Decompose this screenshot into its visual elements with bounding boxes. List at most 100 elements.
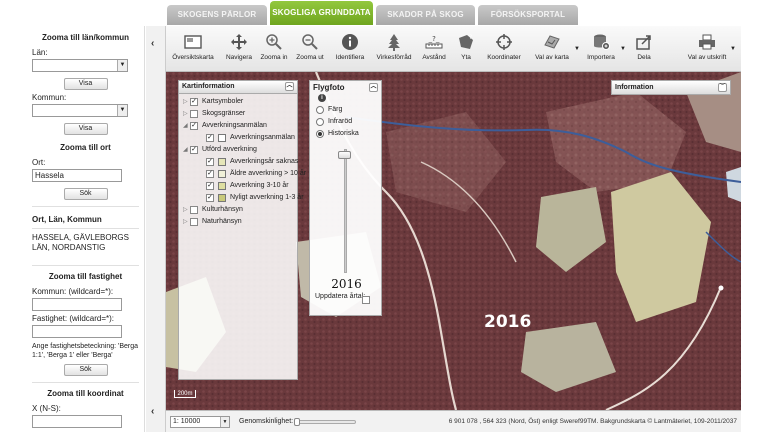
radio-infrared[interactable]: Infraröd <box>310 116 381 128</box>
layer-item[interactable]: ✓ Avverkning 3-10 år <box>179 180 297 192</box>
x-coord-input[interactable] <box>32 415 122 428</box>
navigate-button[interactable]: Navigera <box>222 26 256 72</box>
collapse-icon[interactable]: ︿ <box>369 83 378 92</box>
layer-checkbox[interactable] <box>190 206 198 214</box>
distance-button[interactable]: _?_ Avstånd <box>418 26 450 72</box>
divider <box>32 382 139 383</box>
area-button[interactable]: ? Yta <box>452 26 480 72</box>
expand-toggle-icon[interactable]: ▷ <box>183 216 188 228</box>
show-municipality-button[interactable]: Visa <box>63 123 108 135</box>
zoom-in-icon <box>266 34 282 50</box>
radio-historical[interactable]: Historiska <box>310 128 381 140</box>
opacity-slider-handle[interactable] <box>294 418 300 426</box>
place-input[interactable]: Hassela <box>32 169 122 182</box>
layer-checkbox[interactable]: ✓ <box>190 122 198 130</box>
tool-label: Zooma in <box>260 54 288 61</box>
year-slider-handle[interactable] <box>338 151 351 159</box>
layer-label: Avverkning 3-10 år <box>230 182 289 189</box>
layer-item[interactable]: ▷ ✓ Kartsymboler <box>179 96 297 108</box>
layer-checkbox[interactable]: ✓ <box>206 158 214 166</box>
coordinates-button[interactable]: Koordinater <box>484 26 524 72</box>
layer-item[interactable]: ✓ Avverkningsanmälan <box>179 132 297 144</box>
update-year-checkbox[interactable] <box>362 296 370 304</box>
tool-label: Identifiera <box>335 54 365 61</box>
radio-label: Historiska <box>328 130 359 137</box>
zoom-out-button[interactable]: Zooma ut <box>294 26 326 72</box>
result-place-link[interactable]: HASSELA, GÄVLEBORGS LÄN, NORDANSTIG <box>32 233 139 253</box>
layer-legend-swatch <box>218 194 226 202</box>
svg-text:?: ? <box>469 34 472 41</box>
dropdown-arrow-icon[interactable]: ▼ <box>620 46 626 52</box>
layer-item[interactable]: ▷ Kulturhänsyn <box>179 204 297 216</box>
tab-skador-pa-skog[interactable]: SKADOR PÅ SKOG <box>376 5 475 25</box>
dropdown-arrow-icon[interactable]: ▼ <box>574 46 580 52</box>
tab-skogliga-grunddata[interactable]: SKOGLIGA GRUNDDATA <box>270 1 373 25</box>
municipality-select[interactable]: ▼ <box>32 104 128 117</box>
county-select[interactable]: ▼ <box>32 59 128 72</box>
layer-label: Avverkningsår saknas <box>230 158 299 165</box>
expand-icon[interactable]: ﹀ <box>718 83 727 92</box>
layer-item[interactable]: ✓ Nyligt avverkning 1-3 år <box>179 192 304 204</box>
layer-item[interactable]: ▷ Skogsgränser <box>179 108 297 120</box>
zoom-coord-title: Zooma till koordinat <box>47 389 124 398</box>
property-municipality-input[interactable] <box>32 298 122 311</box>
map-select-button[interactable]: Val av karta ▼ <box>530 26 580 72</box>
share-button[interactable]: Dela <box>630 26 658 72</box>
layer-item[interactable]: ◢ ✓ Utförd avverkning <box>179 144 297 156</box>
layer-item[interactable]: ✓ Avverkningsår saknas <box>179 156 299 168</box>
expand-toggle-icon[interactable]: ◢ <box>183 120 188 132</box>
expand-toggle-icon[interactable]: ◢ <box>183 144 188 156</box>
aerial-photo-header: Flygfoto ︿ <box>310 81 381 94</box>
layer-checkbox[interactable]: ✓ <box>190 146 198 154</box>
radio-button[interactable] <box>316 118 324 126</box>
expand-toggle-icon[interactable]: ▷ <box>183 204 188 216</box>
x-coord-label: X (N-S): <box>32 404 61 413</box>
chevron-left-icon[interactable]: ‹ <box>151 38 154 49</box>
identify-button[interactable]: Identifiera <box>332 26 368 72</box>
radio-button[interactable] <box>316 106 324 114</box>
opacity-slider[interactable] <box>294 418 356 426</box>
expand-toggle-icon[interactable]: ▷ <box>183 96 188 108</box>
sidebar-collapse-strip[interactable]: ‹ ‹ <box>146 26 166 432</box>
search-property-button[interactable]: Sök <box>63 364 108 376</box>
year-slider-track[interactable] <box>344 149 347 273</box>
layer-label: Avverkningsanmälan <box>202 122 267 129</box>
info-icon[interactable]: i <box>318 94 326 102</box>
chevron-down-icon: ▼ <box>117 105 127 116</box>
layer-item[interactable]: ▷ Naturhänsyn <box>179 216 297 228</box>
tab-forsoksportal[interactable]: FÖRSÖKSPORTAL <box>478 5 578 25</box>
selected-year: 2016 <box>331 277 362 291</box>
show-county-button[interactable]: Visa <box>63 78 108 90</box>
collapse-icon[interactable]: ︿ <box>285 82 294 91</box>
radio-color[interactable]: Färg <box>310 104 381 116</box>
coordinate-readout: 6 901 078 , 564 323 (Nord, Öst) enligt S… <box>448 418 737 425</box>
layer-checkbox[interactable] <box>190 218 198 226</box>
layer-checkbox[interactable]: ✓ <box>190 98 198 106</box>
layer-checkbox[interactable]: ✓ <box>206 194 214 202</box>
expand-toggle-icon[interactable]: ▷ <box>183 108 188 120</box>
layer-panel-header: Kartinformation ︿ <box>179 81 297 94</box>
layer-item[interactable]: ✓ Äldre avverkning > 10 år <box>179 168 306 180</box>
scale-select[interactable]: 1: 10000 ▼ <box>170 416 230 428</box>
dropdown-arrow-icon[interactable]: ▼ <box>730 46 736 52</box>
layer-checkbox[interactable]: ✓ <box>206 182 214 190</box>
property-input[interactable] <box>32 325 122 338</box>
import-button[interactable]: Importera ▼ <box>582 26 626 72</box>
timber-volume-button[interactable]: Virkesförråd <box>372 26 416 72</box>
zoom-in-button[interactable]: Zooma in <box>258 26 290 72</box>
map-view[interactable]: 2016 200m Kartinformation ︿ ▷ ✓ Kartsymbol… <box>166 72 741 410</box>
search-place-button[interactable]: Sök <box>63 188 108 200</box>
overview-map-button[interactable]: Översiktskarta <box>172 26 214 72</box>
layer-item[interactable]: ◢ ✓ Avverkningsanmälan <box>179 120 297 132</box>
chevron-left-icon[interactable]: ‹ <box>151 406 154 417</box>
radio-button[interactable] <box>316 130 324 138</box>
overview-map-icon <box>184 35 202 49</box>
layer-checkbox[interactable]: ✓ <box>206 134 214 142</box>
update-year-label: Uppdatera årtal: <box>315 293 366 300</box>
print-select-button[interactable]: Val av utskrift ▼ <box>684 26 736 72</box>
share-icon <box>636 35 651 50</box>
tool-label: Virkesförråd <box>376 54 412 61</box>
layer-checkbox[interactable] <box>190 110 198 118</box>
tab-skogens-parlor[interactable]: SKOGENS PÄRLOR <box>167 5 267 25</box>
layer-checkbox[interactable]: ✓ <box>206 170 214 178</box>
